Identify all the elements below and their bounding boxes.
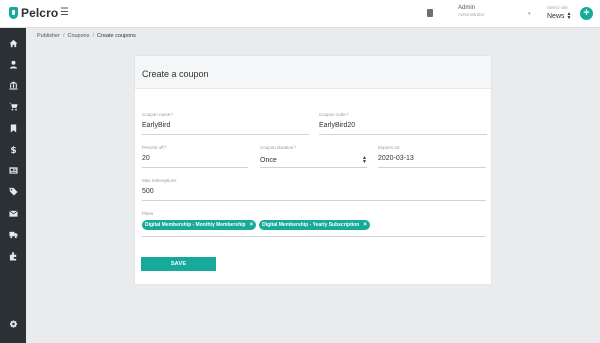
bookmark-icon[interactable]	[8, 123, 18, 133]
plan-chip[interactable]: Digital Membership - Yearly Subscription…	[259, 220, 370, 230]
user-icon[interactable]	[8, 59, 18, 69]
logo[interactable]: Pelcro	[9, 6, 58, 20]
expires-on-field[interactable]: Expires on: 2020-03-13	[378, 145, 486, 168]
coupon-name-label: Coupon name:*	[142, 112, 174, 117]
max-redemptions-input[interactable]: 500	[142, 188, 486, 198]
select-arrows-icon: ▲ ▼	[566, 11, 572, 21]
user-name: Admin	[458, 5, 476, 11]
gear-icon[interactable]	[8, 319, 18, 329]
coupon-name-input[interactable]: EarlyBird	[142, 122, 309, 132]
save-button[interactable]: SAVE	[141, 257, 216, 271]
input-underline	[378, 167, 486, 168]
plan-chip-label: Digital Membership - Monthly Membership	[145, 222, 246, 228]
close-icon[interactable]: ×	[363, 220, 367, 230]
close-icon[interactable]: ×	[250, 220, 254, 230]
puzzle-icon[interactable]	[8, 251, 18, 261]
bank-icon[interactable]	[8, 80, 18, 90]
input-underline	[142, 236, 486, 237]
plan-chip[interactable]: Digital Membership - Monthly Membership …	[142, 220, 257, 230]
site-select-value: News	[547, 12, 565, 20]
plans-field[interactable]: Plans Digital Membership - Monthly Membe…	[142, 211, 486, 237]
max-redemptions-field[interactable]: Max redemptions 500	[142, 178, 486, 201]
coupon-code-label: Coupon code:*	[319, 112, 349, 117]
input-underline	[319, 134, 487, 135]
coupon-duration-select[interactable]: Once	[260, 157, 277, 164]
coupon-duration-label: Coupon duration:*	[260, 145, 297, 150]
select-arrows-icon[interactable]: ▲ ▼	[362, 156, 367, 165]
home-icon[interactable]	[8, 38, 18, 48]
percent-off-label: Percent off:*	[142, 145, 167, 150]
svg-text:$: $	[10, 146, 16, 154]
card-header: Create a coupon	[135, 56, 491, 89]
site-select-label: Select site	[547, 5, 568, 10]
coupon-code-input[interactable]: EarlyBird20	[319, 122, 487, 132]
percent-off-field[interactable]: Percent off:* 20	[142, 145, 248, 168]
input-underline	[142, 134, 309, 135]
page-title: Create a coupon	[142, 69, 209, 79]
percent-off-input[interactable]: 20	[142, 155, 248, 165]
newspaper-icon[interactable]	[8, 165, 18, 175]
top-bar: Pelcro ☰ Admin Administrator ▾ Select si…	[0, 0, 600, 28]
logo-text: Pelcro	[21, 6, 59, 20]
max-redemptions-label: Max redemptions	[142, 178, 177, 183]
coupon-code-field[interactable]: Coupon code:* EarlyBird20	[319, 112, 487, 135]
input-underline	[142, 200, 486, 201]
menu-toggle-icon[interactable]: ☰	[60, 7, 69, 19]
input-underline	[260, 167, 367, 168]
sidebar: $	[0, 28, 26, 343]
document-icon[interactable]	[427, 9, 433, 17]
expires-on-label: Expires on:	[378, 145, 401, 150]
breadcrumb: Publisher / Coupons / Create coupons	[37, 33, 136, 39]
coupon-duration-field[interactable]: Coupon duration:* Once ▲ ▼	[260, 145, 367, 168]
add-button[interactable]: +	[580, 7, 593, 20]
mail-icon[interactable]	[8, 208, 18, 218]
plans-label: Plans	[142, 211, 154, 216]
expires-on-input[interactable]: 2020-03-13	[378, 155, 486, 165]
create-coupon-card: Create a coupon Coupon name:* EarlyBird …	[134, 55, 492, 285]
breadcrumb-current: Create coupons	[97, 33, 136, 39]
pelcro-logo-icon	[9, 7, 18, 19]
breadcrumb-separator: /	[62, 33, 65, 39]
cart-icon[interactable]	[8, 101, 18, 111]
breadcrumb-separator: /	[92, 33, 95, 39]
plans-chips: Digital Membership - Monthly Membership …	[142, 220, 486, 230]
breadcrumb-coupons[interactable]: Coupons	[67, 33, 89, 39]
chevron-down-icon[interactable]: ▾	[528, 11, 531, 17]
user-menu[interactable]: Admin Administrator	[458, 5, 485, 17]
plan-chip-label: Digital Membership - Yearly Subscription	[262, 222, 360, 228]
user-role: Administrator	[458, 12, 485, 17]
site-select[interactable]: Select site News ▲ ▼	[547, 5, 572, 21]
coupon-name-field[interactable]: Coupon name:* EarlyBird	[142, 112, 309, 135]
input-underline	[142, 167, 248, 168]
tag-icon[interactable]	[8, 186, 18, 196]
breadcrumb-publisher[interactable]: Publisher	[37, 33, 60, 39]
dollar-icon[interactable]: $	[8, 144, 18, 154]
truck-icon[interactable]	[8, 229, 18, 239]
